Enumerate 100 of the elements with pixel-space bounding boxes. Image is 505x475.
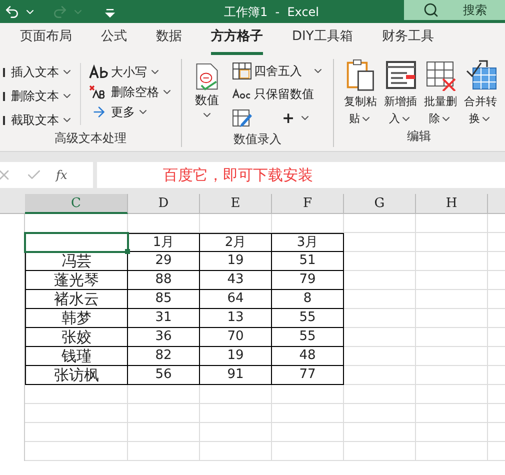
- empty-cell[interactable]: [344, 423, 416, 442]
- empty-cell[interactable]: [416, 233, 488, 252]
- table-cell: 1月: [128, 233, 200, 252]
- ribbon-menu-button[interactable]: 插入文本: [3, 63, 80, 81]
- select-all-corner[interactable]: [0, 194, 25, 214]
- empty-cell[interactable]: [272, 214, 344, 233]
- empty-cell[interactable]: [200, 423, 272, 442]
- table-cell: 褚水云: [25, 290, 128, 309]
- table-cell: 91: [200, 366, 272, 385]
- edit-grid-button[interactable]: [232, 108, 252, 128]
- search-icon: [423, 2, 439, 18]
- column-header[interactable]: D: [128, 194, 200, 214]
- ribbon-menu-button[interactable]: 截取文本: [3, 111, 80, 129]
- table-cell: 钱瑾: [25, 347, 128, 366]
- plus-button[interactable]: +: [282, 107, 311, 130]
- grid-percent-icon: [232, 61, 252, 81]
- ribbon-menu-button[interactable]: 删除文本: [3, 87, 80, 105]
- empty-cell[interactable]: [416, 404, 488, 423]
- empty-cell[interactable]: [416, 347, 488, 366]
- empty-cell[interactable]: [128, 214, 200, 233]
- fill-handle[interactable]: [125, 249, 130, 254]
- empty-cell[interactable]: [344, 214, 416, 233]
- ribbon-tab[interactable]: 财务工具: [382, 26, 434, 55]
- table-cell: 8: [272, 290, 344, 309]
- column-header[interactable]: C: [25, 194, 128, 214]
- grid-pencil-icon: [232, 108, 252, 128]
- case-icon: [89, 64, 109, 80]
- ribbon-menu-button[interactable]: 只保留数值: [232, 85, 324, 103]
- table-cell: 79: [272, 271, 344, 290]
- empty-cell[interactable]: [344, 442, 416, 461]
- empty-cell[interactable]: [344, 271, 416, 290]
- table-cell: 55: [272, 309, 344, 328]
- empty-cell[interactable]: [200, 385, 272, 404]
- search-field[interactable]: 搜索: [404, 0, 505, 20]
- empty-cell[interactable]: [416, 214, 488, 233]
- ribbon-tab[interactable]: DIY工具箱: [292, 26, 353, 55]
- table-cell: 64: [200, 290, 272, 309]
- empty-cell[interactable]: [344, 328, 416, 347]
- column-header[interactable]: G: [344, 194, 416, 214]
- empty-cell[interactable]: [200, 442, 272, 461]
- ribbon-tab[interactable]: 公式: [101, 26, 127, 55]
- empty-cell[interactable]: [25, 423, 128, 442]
- table-cell: 2月: [200, 233, 272, 252]
- table-cell: 36: [128, 328, 200, 347]
- ribbon-menu-button[interactable]: 删除空格: [89, 83, 173, 101]
- empty-cell[interactable]: [128, 442, 200, 461]
- ribbon-menu-button[interactable]: 四舍五入: [232, 61, 324, 81]
- ribbon-tab[interactable]: 数据: [156, 26, 182, 55]
- empty-cell[interactable]: [272, 423, 344, 442]
- empty-cell[interactable]: [25, 442, 128, 461]
- table-cell: 3月: [272, 233, 344, 252]
- empty-cell[interactable]: [128, 404, 200, 423]
- empty-cell[interactable]: [416, 442, 488, 461]
- empty-cell[interactable]: [200, 404, 272, 423]
- empty-cell[interactable]: [416, 328, 488, 347]
- empty-cell[interactable]: [416, 271, 488, 290]
- empty-cell[interactable]: [416, 252, 488, 271]
- empty-cell[interactable]: [344, 347, 416, 366]
- number-button[interactable]: 数值: [182, 59, 232, 130]
- ribbon-menu-button[interactable]: 更多: [89, 103, 173, 121]
- column-header[interactable]: [488, 194, 505, 214]
- empty-cell[interactable]: [344, 252, 416, 271]
- empty-cell[interactable]: [344, 233, 416, 252]
- empty-cell[interactable]: [344, 309, 416, 328]
- ribbon-menu-button[interactable]: 大小写: [89, 63, 173, 81]
- function-button[interactable]: fx: [56, 166, 68, 184]
- empty-cell[interactable]: [272, 404, 344, 423]
- table-cell: 张姣: [25, 328, 128, 347]
- empty-cell[interactable]: [416, 366, 488, 385]
- empty-cell[interactable]: [344, 290, 416, 309]
- empty-cell[interactable]: [200, 214, 272, 233]
- empty-cell[interactable]: [344, 404, 416, 423]
- empty-cell[interactable]: [416, 290, 488, 309]
- ribbon-large-button[interactable]: 新增插 入: [382, 59, 419, 127]
- ribbon-tab[interactable]: 页面布局: [20, 26, 72, 55]
- empty-cell[interactable]: [272, 385, 344, 404]
- column-header[interactable]: F: [272, 194, 344, 214]
- ribbon-large-button[interactable]: 合并转 换: [462, 59, 499, 127]
- empty-cell[interactable]: [272, 442, 344, 461]
- selected-cell[interactable]: [25, 233, 128, 252]
- empty-cell[interactable]: [25, 404, 128, 423]
- empty-cell[interactable]: [416, 309, 488, 328]
- redo-icon[interactable]: [52, 4, 68, 20]
- ribbon-large-button[interactable]: 复制粘 贴: [342, 59, 379, 127]
- table-cell: 70: [200, 328, 272, 347]
- undo-icon[interactable]: [4, 4, 20, 20]
- group-label: 数值录入: [232, 130, 282, 148]
- formula-field[interactable]: 百度它，即可下载安装: [97, 162, 505, 188]
- empty-cell[interactable]: [344, 385, 416, 404]
- empty-cell[interactable]: [128, 385, 200, 404]
- column-header[interactable]: E: [200, 194, 272, 214]
- empty-cell[interactable]: [25, 385, 128, 404]
- empty-cell[interactable]: [416, 423, 488, 442]
- column-header[interactable]: H: [416, 194, 488, 214]
- empty-cell[interactable]: [416, 385, 488, 404]
- table-cell: 82: [128, 347, 200, 366]
- ribbon-large-button[interactable]: 批量删 除: [422, 59, 459, 127]
- empty-cell[interactable]: [344, 366, 416, 385]
- table-cell: 85: [128, 290, 200, 309]
- empty-cell[interactable]: [128, 423, 200, 442]
